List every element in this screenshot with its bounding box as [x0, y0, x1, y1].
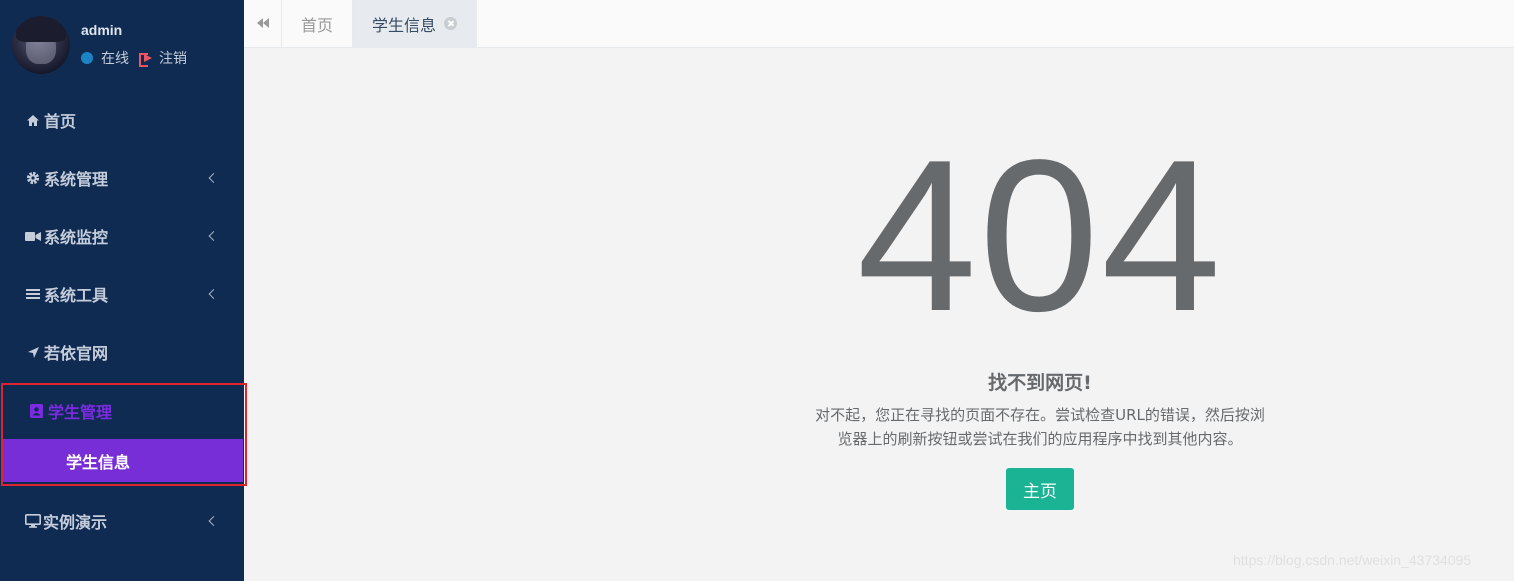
chevron-left-icon — [208, 289, 219, 299]
sidebar-item-label: 若依官网 — [44, 344, 109, 363]
sidebar-item-system[interactable]: 系统管理 — [0, 149, 244, 207]
home-button[interactable]: 主页 — [1006, 468, 1074, 510]
error-code: 404 — [856, 114, 1224, 356]
home-icon — [25, 112, 41, 128]
sidebar-item-demo[interactable]: 实例演示 — [0, 492, 244, 550]
close-circle-icon[interactable] — [444, 17, 458, 30]
username: admin — [81, 22, 123, 38]
sidebar-item-tools[interactable]: 系统工具 — [0, 265, 244, 323]
chevron-left-icon — [208, 516, 219, 526]
user-status: 在线 注销 — [81, 48, 187, 68]
sidebar-item-label: 实例演示 — [43, 513, 108, 532]
sidebar-subitem-student-info[interactable]: 学生信息 — [3, 439, 243, 482]
collapse-tabs-button[interactable] — [244, 0, 282, 47]
tab-home[interactable]: 首页 — [282, 0, 353, 47]
chevron-left-icon — [208, 173, 219, 183]
contact-card-icon — [28, 403, 44, 419]
sidebar-item-student[interactable]: 学生管理 — [3, 385, 245, 437]
sidebar: admin 在线 注销 首页 系统管理 系统监控 系统工具 若依官网 学生管理 … — [0, 0, 247, 581]
sidebar-item-label: 系统工具 — [44, 286, 109, 305]
sidebar-item-official[interactable]: 若依官网 — [0, 323, 244, 381]
list-icon — [25, 286, 41, 302]
tab-label: 首页 — [300, 15, 333, 35]
gear-icon — [25, 170, 41, 186]
chevron-left-icon — [208, 231, 219, 241]
sidebar-item-label: 系统管理 — [44, 170, 109, 189]
tab-student-info[interactable]: 学生信息 — [353, 0, 477, 47]
sidebar-item-monitor[interactable]: 系统监控 — [0, 207, 244, 265]
error-title: 找不到网页! — [988, 372, 1092, 394]
video-camera-icon — [25, 228, 41, 244]
sidebar-item-label: 系统监控 — [44, 228, 109, 247]
tab-label: 学生信息 — [372, 15, 437, 35]
location-arrow-icon — [25, 344, 41, 360]
error-description-line: 对不起，您正在寻找的页面不存在。尝试检查URL的错误，然后按浏 — [815, 406, 1265, 424]
desktop-icon — [25, 513, 41, 529]
sidebar-item-label: 首页 — [44, 112, 77, 131]
online-label: 在线 — [101, 51, 129, 67]
watermark: https://blog.csdn.net/weixin_43734095 — [1233, 552, 1472, 568]
error-description: 对不起，您正在寻找的页面不存在。尝试检查URL的错误，然后按浏 览器上的刷新按钮… — [790, 403, 1290, 451]
error-description-line: 览器上的刷新按钮或尝试在我们的应用程序中找到其他内容。 — [837, 430, 1243, 448]
avatar[interactable] — [12, 16, 70, 74]
sidebar-item-home[interactable]: 首页 — [0, 91, 244, 149]
sidebar-item-label: 学生管理 — [48, 403, 113, 422]
double-chevron-left-icon — [256, 14, 270, 33]
online-status-icon — [81, 52, 93, 64]
student-menu-group: 学生管理 学生信息 — [1, 383, 247, 486]
sign-out-icon[interactable] — [139, 52, 153, 67]
sidebar-subitem-label: 学生信息 — [66, 452, 131, 472]
user-profile: admin 在线 注销 — [12, 15, 232, 75]
logout-link[interactable]: 注销 — [159, 48, 187, 68]
tab-bar: 首页 学生信息 — [244, 0, 1514, 48]
